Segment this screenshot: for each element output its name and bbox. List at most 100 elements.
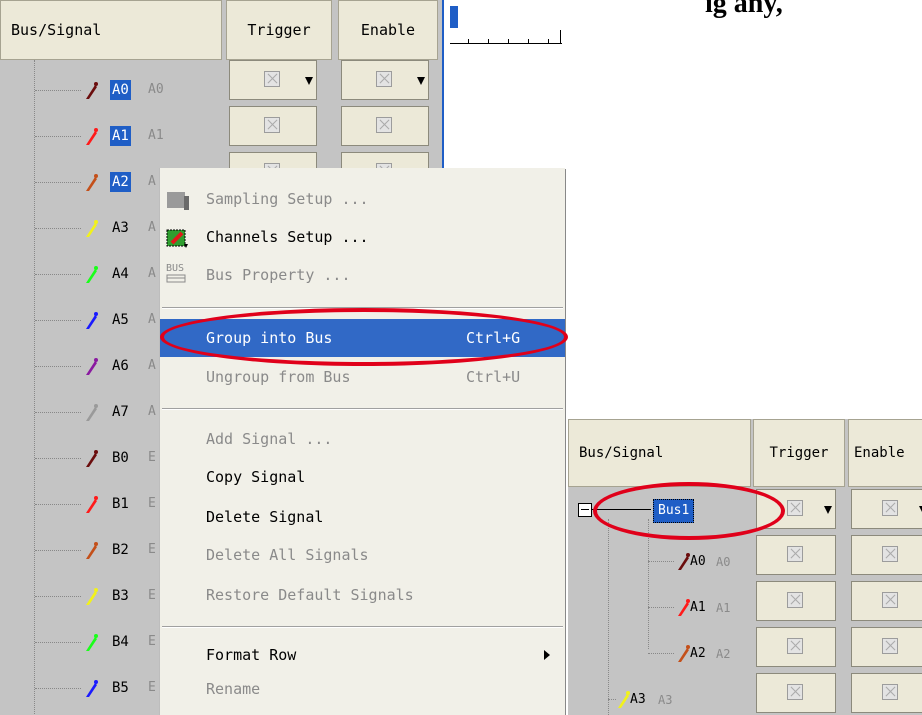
enable-cell[interactable] [341,106,429,146]
signal-name[interactable]: A2 [690,643,706,665]
menu-item-delete-all-signals[interactable]: Delete All Signals [160,536,565,574]
signal-alias: E [148,634,156,649]
signal-name[interactable]: A3 [630,689,646,711]
signal-alias: E [148,588,156,603]
probe-icon [84,540,98,559]
signal-name[interactable]: B4 [110,632,131,652]
tree-branch [35,642,81,643]
menu-item-restore-default-signals[interactable]: Restore Default Signals [160,576,565,614]
enable-cell[interactable] [341,60,429,100]
annotation-oval-bus1 [593,482,785,540]
inset-enable-header[interactable]: Enable [848,419,922,487]
probe-icon [84,172,98,191]
signal-alias: A0 [148,82,164,97]
signal-row-a0[interactable]: A0 A0 [0,70,222,110]
probe-icon [676,551,690,575]
menu-item-sampling-setup[interactable]: Sampling Setup ... [160,180,565,218]
signal-name[interactable]: A1 [110,126,131,146]
signal-name[interactable]: A1 [690,597,706,619]
signal-alias: A3 [658,693,673,707]
probe-icon [84,632,98,651]
signal-alias: A [148,220,156,235]
tree-branch [35,688,81,689]
disabled-checkbox-icon [787,592,803,608]
collapse-toggle-icon[interactable] [578,503,592,517]
inset-enable-cell[interactable] [851,627,922,667]
inset-signal-row-a1[interactable]: A1 A1 [568,595,751,621]
tree-branch [35,550,81,551]
tree-branch [35,504,81,505]
disabled-checkbox-icon [882,684,898,700]
tree-branch [35,458,81,459]
signal-name[interactable]: A6 [110,356,131,376]
dropdown-arrow-icon[interactable] [305,77,313,85]
inset-trigger-cell[interactable] [756,627,836,667]
probe-icon [616,689,630,713]
trigger-cell[interactable] [229,106,317,146]
trigger-cell[interactable] [229,60,317,100]
waveform-ruler[interactable] [450,0,562,60]
signal-row-a1[interactable]: A1 A1 [0,116,222,156]
disabled-checkbox-icon [882,500,898,516]
inset-enable-column [848,487,922,715]
signal-name[interactable]: B2 [110,540,131,560]
inset-enable-cell[interactable] [851,581,922,621]
probe-icon [84,264,98,283]
signal-name[interactable]: A7 [110,402,131,422]
channels-setup-icon [166,226,190,248]
signal-name[interactable]: A5 [110,310,131,330]
disabled-checkbox-icon [376,71,392,87]
signal-name[interactable]: B3 [110,586,131,606]
signal-name[interactable]: A4 [110,264,131,284]
inset-trigger-cell[interactable] [756,673,836,713]
inset-enable-cell[interactable] [851,489,922,529]
cursor-marker-icon[interactable] [450,6,458,28]
bus-result-inset: Bus/Signal Trigger Enable Bus1 A0 A0 A1 A1 A… [568,419,922,715]
tree-branch [35,274,81,275]
trigger-header[interactable]: Trigger [226,0,332,60]
bus-icon-text: BUS [166,263,185,274]
signal-name[interactable]: A2 [110,172,131,192]
menu-item-channels-setup[interactable]: Channels Setup ... [160,218,565,256]
dropdown-arrow-icon[interactable] [824,506,832,514]
signal-name[interactable]: A0 [110,80,131,100]
signal-name[interactable]: B1 [110,494,131,514]
bus-icon: BUS [166,264,190,286]
inset-enable-header-label: Enable [854,445,905,461]
inset-bus-signal-header[interactable]: Bus/Signal [568,419,751,487]
probe-icon [84,448,98,467]
menu-item-bus-property[interactable]: BUS Bus Property ... [160,256,565,294]
disabled-checkbox-icon [787,500,803,516]
menu-item-format-row[interactable]: Format Row [160,636,565,674]
signal-alias: A0 [716,555,731,569]
disabled-checkbox-icon [787,638,803,654]
signal-alias: E [148,680,156,695]
menu-item-add-signal[interactable]: Add Signal ... [160,420,565,458]
bus-signal-header[interactable]: Bus/Signal [0,0,222,60]
signal-name[interactable]: A0 [690,551,706,573]
dropdown-arrow-icon[interactable] [417,77,425,85]
inset-enable-cell[interactable] [851,673,922,713]
inset-signal-row-a3[interactable]: A3 A3 [568,687,751,713]
inset-trigger-cell[interactable] [756,535,836,575]
inset-signal-row-a2[interactable]: A2 A2 [568,641,751,667]
probe-icon [84,678,98,697]
inset-signal-row-a0[interactable]: A0 A0 [568,549,751,575]
inset-enable-cell[interactable] [851,535,922,575]
signal-alias: A [148,174,156,189]
menu-item-copy-signal[interactable]: Copy Signal [160,458,565,496]
inset-trigger-header[interactable]: Trigger [753,419,845,487]
signal-name[interactable]: B0 [110,448,131,468]
menu-item-delete-signal[interactable]: Delete Signal [160,498,565,536]
sampling-setup-icon [166,188,190,210]
signal-alias: A [148,404,156,419]
inset-trigger-cell[interactable] [756,581,836,621]
signal-name[interactable]: A3 [110,218,131,238]
enable-header[interactable]: Enable [338,0,438,60]
signal-name[interactable]: B5 [110,678,131,698]
menu-item-rename[interactable]: Rename [160,670,565,708]
disabled-checkbox-icon [376,117,392,133]
ungroup-from-bus-shortcut: Ctrl+U [466,368,521,386]
probe-icon [676,643,690,667]
signal-alias: A1 [716,601,731,615]
